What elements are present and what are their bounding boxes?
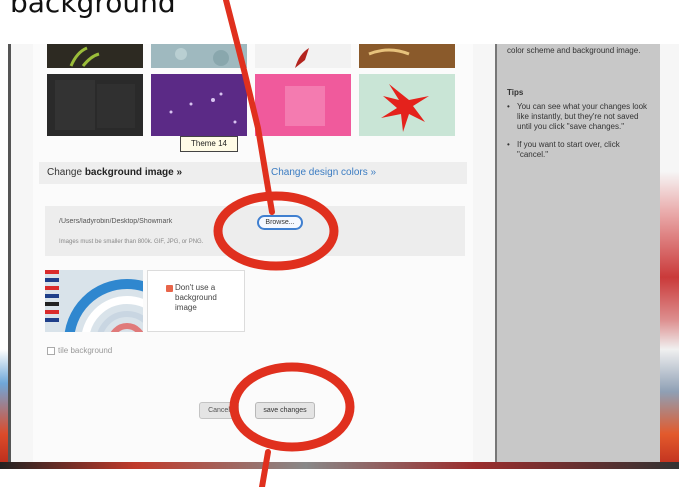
upload-hint: Images must be smaller than 800k. GIF, J… (59, 239, 204, 245)
theme-thumbnail[interactable] (255, 74, 351, 136)
tip-item: You can see what your changes look like … (507, 102, 652, 132)
tips-list: You can see what your changes look like … (507, 102, 652, 168)
save-changes-button[interactable]: save changes (255, 402, 315, 419)
file-path-input[interactable]: /Users/ladyrobin/Desktop/Showmark (59, 218, 255, 230)
background-upload-box: /Users/ladyrobin/Desktop/Showmark Browse… (45, 206, 465, 256)
tile-checkbox[interactable] (47, 346, 55, 355)
theme-thumbnail[interactable] (47, 74, 143, 136)
settings-panel: Theme 14 Change background image » Chang… (8, 44, 495, 466)
theme-thumbnail[interactable] (47, 44, 143, 68)
radio-selected-icon[interactable] (166, 285, 173, 292)
page-background-right (660, 44, 679, 468)
tip-item: If you want to start over, click "cancel… (507, 140, 652, 160)
theme-thumbnail[interactable] (359, 74, 455, 136)
theme-thumbnail[interactable] (255, 44, 351, 68)
theme-thumbnail[interactable] (359, 44, 455, 68)
change-background-label: Change background image » (47, 167, 183, 178)
change-design-colors-link[interactable]: Change design colors » (271, 162, 376, 184)
page-background-bottom (0, 462, 679, 469)
tile-background-option[interactable]: tile background (47, 346, 112, 355)
help-intro-text: color scheme and background image. (507, 46, 641, 55)
background-preview-option[interactable] (45, 270, 143, 332)
page-background-left (0, 44, 8, 468)
design-settings-content: Theme 14 Change background image » Chang… (33, 44, 473, 466)
background-links-bar: Change background image » Change design … (39, 162, 467, 184)
theme-tooltip: Theme 14 (180, 136, 238, 152)
annotation-caption: background (10, 0, 176, 19)
browse-button[interactable]: Browse... (257, 215, 303, 230)
help-sidebar: color scheme and background image. Tips … (495, 44, 660, 464)
theme-thumbnail[interactable] (151, 44, 247, 68)
no-background-label: Don't use a background image (175, 283, 217, 312)
cancel-button[interactable]: Cancel (199, 402, 239, 419)
no-background-option[interactable]: Don't use a background image (147, 270, 245, 332)
theme-thumbnail-selected[interactable] (151, 74, 247, 136)
tile-background-label: tile background (58, 346, 113, 355)
tips-heading: Tips (507, 88, 524, 97)
